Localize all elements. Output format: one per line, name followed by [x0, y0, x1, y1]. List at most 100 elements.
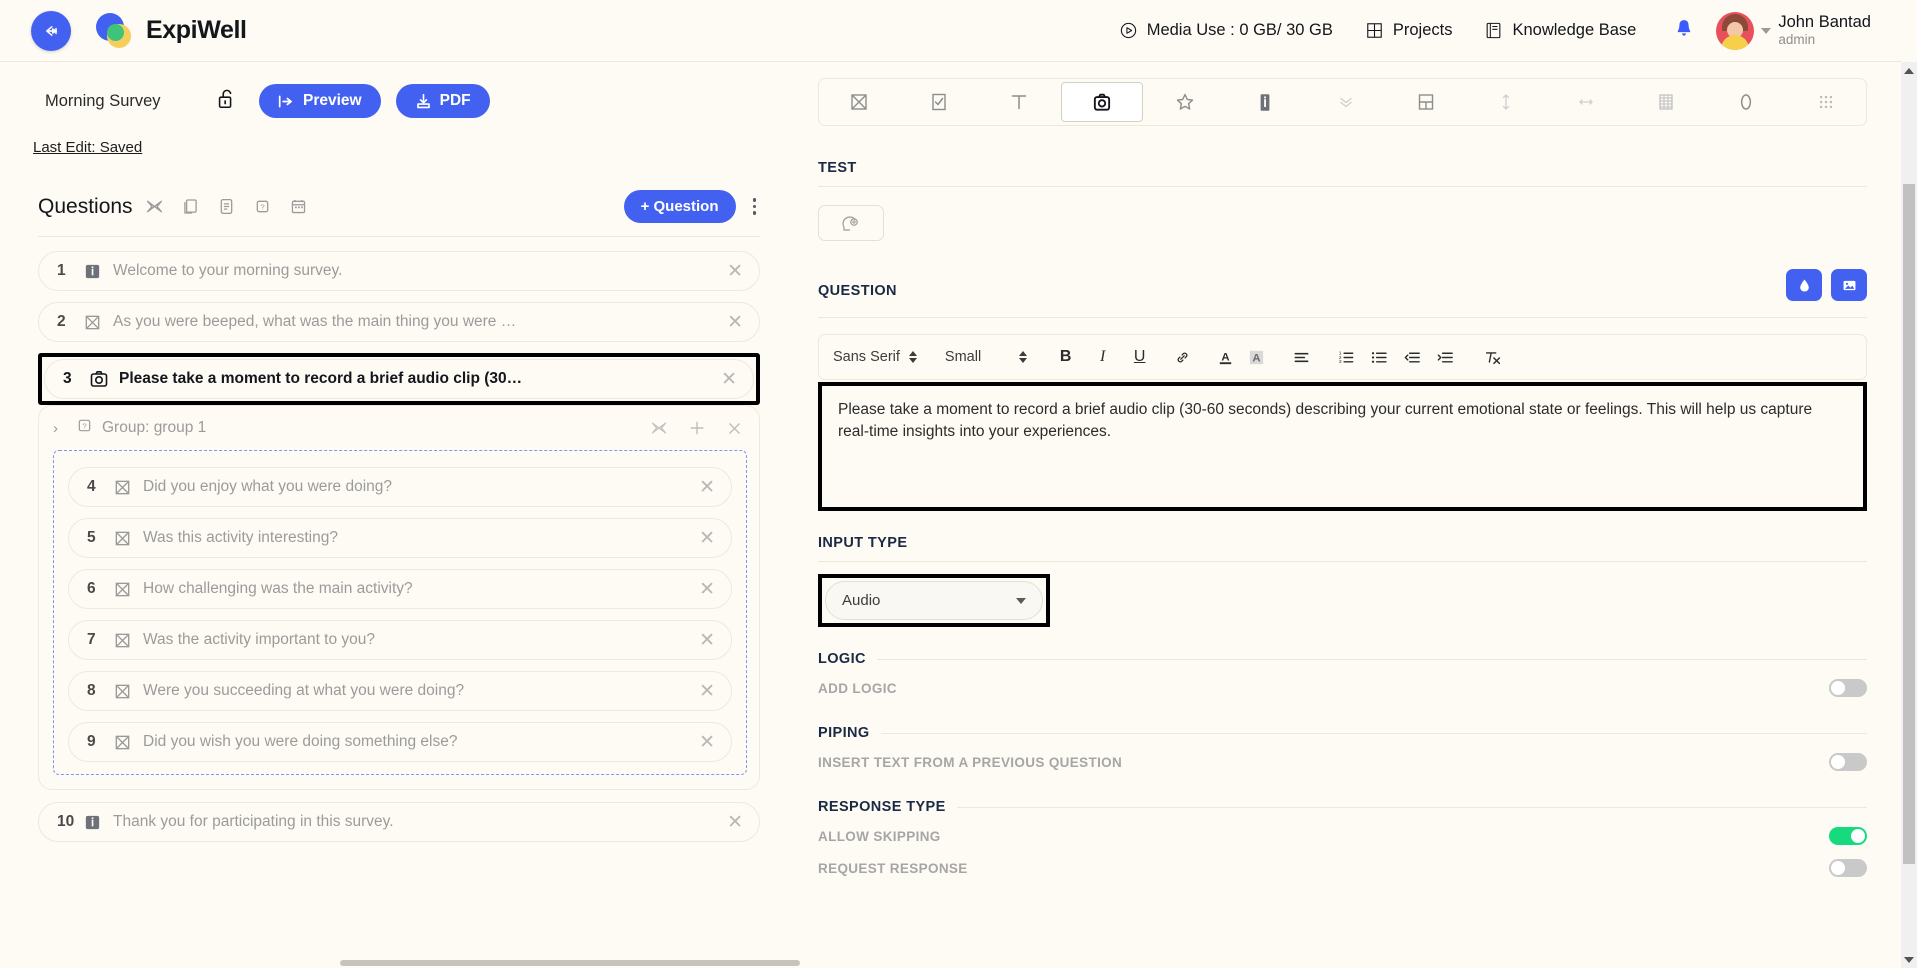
bullet-list-button[interactable]	[1367, 348, 1392, 367]
type-info-icon[interactable]	[1225, 79, 1305, 125]
text-color-button[interactable]: A	[1213, 348, 1238, 367]
align-button[interactable]	[1289, 348, 1314, 367]
notifications-button[interactable]	[1652, 17, 1716, 44]
close-icon[interactable]	[726, 420, 743, 437]
chevron-right-icon[interactable]: ›	[53, 420, 75, 437]
close-icon[interactable]: ✕	[689, 580, 715, 599]
list-item-selected[interactable]: 3 Please take a moment to record a brief…	[44, 359, 754, 399]
close-icon[interactable]: ✕	[717, 262, 743, 281]
type-vertical-slider-icon[interactable]	[1466, 79, 1546, 125]
question-text-input[interactable]: Please take a moment to record a brief a…	[822, 386, 1863, 507]
group-header[interactable]: › ? Group: group 1	[39, 406, 759, 450]
type-chevrons-down-icon[interactable]	[1305, 79, 1385, 125]
list-item[interactable]: 5 Was this activity interesting? ✕	[68, 518, 732, 558]
type-checkbox-icon[interactable]	[899, 79, 979, 125]
type-matrix-icon[interactable]	[1626, 79, 1706, 125]
type-camera-icon[interactable]	[1061, 82, 1144, 122]
list-item[interactable]: 2 As you were beeped, what was the main …	[38, 302, 760, 342]
question-text: Did you wish you were doing something el…	[143, 733, 458, 750]
insert-image-button[interactable]	[1831, 269, 1867, 301]
highlight-color-button[interactable]: A	[1244, 348, 1269, 367]
ordered-list-button[interactable]: 123	[1334, 348, 1359, 367]
list-item[interactable]: 9 Did you wish you were doing something …	[68, 722, 732, 762]
close-icon[interactable]: ✕	[689, 631, 715, 650]
type-star-rating-icon[interactable]	[1145, 79, 1225, 125]
outdent-button[interactable]	[1400, 348, 1425, 367]
copy-icon[interactable]	[181, 197, 200, 216]
allow-skipping-toggle[interactable]	[1829, 827, 1867, 845]
user-role: admin	[1778, 32, 1816, 48]
vertical-scrollbar[interactable]	[1901, 62, 1917, 968]
piping-toggle[interactable]	[1829, 753, 1867, 771]
document-icon[interactable]	[217, 197, 236, 216]
media-use-item[interactable]: Media Use : 0 GB/ 30 GB	[1103, 21, 1349, 40]
survey-title: Morning Survey	[45, 91, 161, 110]
type-grid-layout-icon[interactable]	[1386, 79, 1466, 125]
list-item[interactable]: 10 Thank you for participating in this s…	[38, 802, 760, 842]
input-type-select[interactable]: Audio	[825, 581, 1043, 620]
media-use-label: Media Use : 0 GB/ 30 GB	[1146, 21, 1333, 39]
italic-button[interactable]: I	[1090, 348, 1115, 366]
link-button[interactable]	[1170, 349, 1195, 366]
help-icon[interactable]: ?	[253, 197, 272, 216]
close-icon[interactable]: ✕	[717, 813, 743, 832]
close-icon[interactable]: ✕	[717, 313, 743, 332]
type-text-icon[interactable]	[979, 79, 1059, 125]
help-icon: ?	[75, 416, 94, 440]
pdf-button[interactable]: PDF	[395, 84, 490, 118]
test-question-button[interactable]	[818, 205, 884, 241]
close-icon[interactable]: ✕	[689, 478, 715, 497]
list-item[interactable]: 1 Welcome to your morning survey. ✕	[38, 251, 760, 291]
calendar-icon[interactable]	[289, 197, 308, 216]
bold-button[interactable]: B	[1053, 348, 1078, 366]
indent-icon	[1437, 352, 1454, 362]
close-icon[interactable]: ✕	[689, 529, 715, 548]
question-text: Thank you for participating in this surv…	[113, 813, 394, 830]
list-item[interactable]: 7 Was the activity important to you? ✕	[68, 620, 732, 660]
type-keypad-icon[interactable]	[1786, 79, 1866, 125]
last-edit-status[interactable]: Last Edit: Saved	[33, 139, 142, 156]
scrollbar-thumb[interactable]	[1903, 184, 1915, 864]
info-icon	[83, 813, 113, 832]
add-logic-toggle[interactable]	[1829, 679, 1867, 697]
more-options-button[interactable]	[749, 194, 761, 219]
brand-name: ExpiWell	[146, 16, 247, 44]
list-item[interactable]: 6 How challenging was the main activity?…	[68, 569, 732, 609]
scrollbar-thumb-horizontal[interactable]	[340, 960, 800, 966]
shuffle-icon[interactable]	[650, 419, 668, 437]
grid-icon	[1367, 23, 1382, 38]
close-icon[interactable]: ✕	[689, 733, 715, 752]
font-size-select[interactable]: Small	[945, 349, 1028, 365]
plus-icon[interactable]	[688, 419, 706, 437]
shuffle-icon[interactable]	[145, 197, 164, 216]
add-question-button[interactable]: + Question	[623, 190, 736, 223]
close-icon[interactable]: ✕	[711, 370, 737, 389]
type-horizontal-slider-icon[interactable]	[1546, 79, 1626, 125]
multiple-choice-icon	[113, 580, 143, 599]
underline-button[interactable]: U	[1127, 348, 1152, 366]
horizontal-scrollbar[interactable]	[0, 958, 1917, 968]
knowledge-base-item[interactable]: Knowledge Base	[1468, 21, 1652, 40]
list-item[interactable]: 8 Were you succeeding at what you were d…	[68, 671, 732, 711]
avatar	[1716, 11, 1755, 50]
clear-format-button[interactable]	[1480, 348, 1505, 367]
question-text: How challenging was the main activity?	[143, 580, 413, 597]
back-button[interactable]	[31, 10, 71, 51]
list-item[interactable]: 4 Did you enjoy what you were doing? ✕	[68, 467, 732, 507]
multiple-choice-icon	[113, 631, 143, 650]
camera-icon	[89, 369, 119, 389]
preview-button[interactable]: Preview	[259, 84, 381, 118]
user-menu[interactable]: John Bantad admin	[1716, 11, 1871, 50]
scroll-up-button[interactable]	[1901, 62, 1917, 79]
test-section-title: TEST	[818, 160, 1867, 187]
font-family-select[interactable]: Sans Serif	[833, 349, 917, 365]
request-response-toggle[interactable]	[1829, 859, 1867, 877]
preview-icon	[278, 95, 293, 107]
lock-toggle-button[interactable]	[215, 86, 237, 117]
indent-button[interactable]	[1433, 348, 1458, 367]
ink-drop-button[interactable]	[1786, 269, 1822, 301]
projects-item[interactable]: Projects	[1349, 21, 1469, 40]
type-clock-icon[interactable]	[1706, 79, 1786, 125]
type-multiple-choice-icon[interactable]	[819, 79, 899, 125]
close-icon[interactable]: ✕	[689, 682, 715, 701]
